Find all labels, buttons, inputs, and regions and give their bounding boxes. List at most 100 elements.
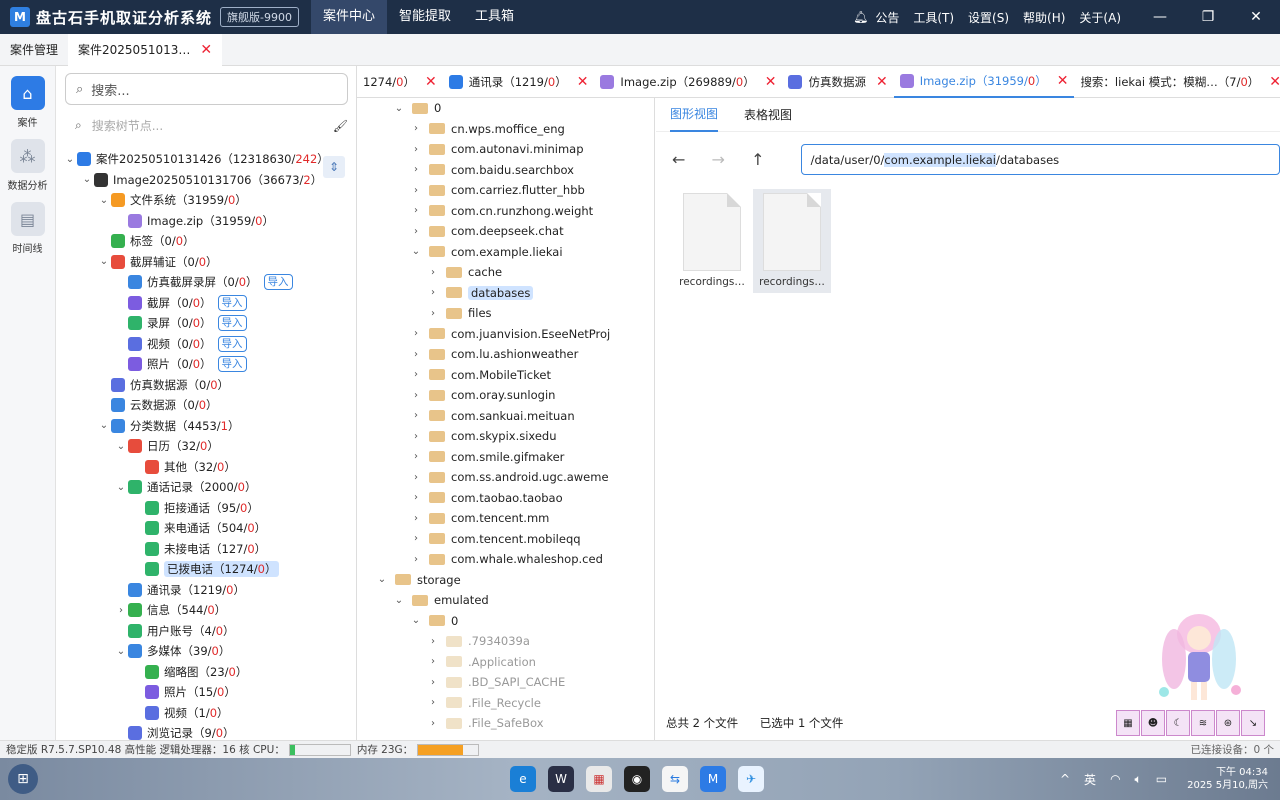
- directory-node[interactable]: › com.autonavi.minimap: [357, 139, 654, 160]
- chevron-right-icon[interactable]: ›: [409, 492, 423, 503]
- directory-node[interactable]: › cache: [357, 262, 654, 283]
- file-tab[interactable]: Image.zip（269889/0） ✕: [594, 66, 782, 98]
- directory-node[interactable]: › .BD_SAPI_CACHE: [357, 672, 654, 693]
- tree-node[interactable]: 通讯录（1219/0）: [57, 580, 356, 601]
- chevron-down-icon[interactable]: ⌄: [97, 420, 111, 431]
- chevron-down-icon[interactable]: ⌄: [409, 615, 423, 626]
- nav-case-center[interactable]: 案件中心: [310, 0, 387, 34]
- directory-node[interactable]: › databases: [357, 283, 654, 304]
- windows-start-icon[interactable]: ⊞: [8, 764, 38, 794]
- chevron-down-icon[interactable]: ⌄: [80, 174, 94, 185]
- chevron-right-icon[interactable]: ›: [409, 513, 423, 524]
- tree-node[interactable]: ⌄ 通话记录（2000/0）: [57, 477, 356, 498]
- file-item[interactable]: recordings…: [673, 189, 751, 293]
- pet-icon[interactable]: ⊛: [1216, 710, 1240, 736]
- close-icon[interactable]: ✕: [1239, 9, 1273, 25]
- menu-about[interactable]: 关于(A): [1079, 9, 1121, 26]
- directory-node[interactable]: ⌄ storage: [357, 570, 654, 591]
- menu-notice[interactable]: 公告: [875, 9, 899, 26]
- chevron-right-icon[interactable]: ›: [409, 390, 423, 401]
- obs-icon[interactable]: ◉: [624, 766, 650, 792]
- directory-node[interactable]: › com.taobao.taobao: [357, 488, 654, 509]
- directory-node[interactable]: ⌄ emulated: [357, 590, 654, 611]
- clear-brush-icon[interactable]: 🖌︎: [333, 119, 348, 133]
- forward-arrow-icon[interactable]: →: [712, 150, 752, 169]
- chevron-up-icon[interactable]: ^: [1060, 772, 1070, 786]
- directory-node[interactable]: › .Application: [357, 652, 654, 673]
- chevron-down-icon[interactable]: ⌄: [114, 646, 128, 657]
- close-tab-icon[interactable]: ✕: [1269, 74, 1280, 90]
- file-tab[interactable]: 仿真数据源 ✕: [782, 66, 893, 98]
- tree-node[interactable]: 照片（0/0） 导入: [57, 354, 356, 375]
- tab-case-management[interactable]: 案件管理: [0, 34, 68, 66]
- tree-node[interactable]: 截屏（0/0） 导入: [57, 293, 356, 314]
- input-method-icon[interactable]: 英: [1084, 771, 1096, 788]
- path-input[interactable]: /data/user/0/com.example.liekai/database…: [800, 144, 1280, 175]
- chevron-down-icon[interactable]: ⌄: [392, 595, 406, 606]
- chevron-right-icon[interactable]: ›: [409, 226, 423, 237]
- import-button[interactable]: 导入: [217, 315, 247, 332]
- directory-node[interactable]: › files: [357, 303, 654, 324]
- chevron-right-icon[interactable]: ›: [426, 636, 440, 647]
- restore-icon[interactable]: ❐: [1191, 9, 1225, 25]
- back-arrow-icon[interactable]: ←: [672, 150, 712, 169]
- nav-smart-extract[interactable]: 智能提取: [387, 0, 463, 34]
- directory-node[interactable]: › com.deepseek.chat: [357, 221, 654, 242]
- menu-settings[interactable]: 设置(S): [968, 9, 1009, 26]
- chevron-right-icon[interactable]: ›: [409, 185, 423, 196]
- close-tab-icon[interactable]: ✕: [1057, 73, 1069, 89]
- directory-node[interactable]: ⌄ 0: [357, 98, 654, 119]
- import-button[interactable]: 导入: [217, 294, 247, 311]
- file-tab[interactable]: Image.zip（31959/0） ✕: [893, 66, 1075, 98]
- chevron-right-icon[interactable]: ›: [409, 451, 423, 462]
- menu-help[interactable]: 帮助(H): [1023, 9, 1065, 26]
- import-button[interactable]: 导入: [217, 356, 247, 373]
- chevron-down-icon[interactable]: ⌄: [375, 574, 389, 585]
- pet-icon[interactable]: ☻: [1141, 710, 1165, 736]
- chevron-down-icon[interactable]: ⌄: [409, 246, 423, 257]
- tree-node[interactable]: 照片（15/0）: [57, 682, 356, 703]
- tree-node[interactable]: 云数据源（0/0）: [57, 395, 356, 416]
- edge-icon[interactable]: e: [510, 766, 536, 792]
- tree-node[interactable]: 拒接通话（95/0）: [57, 498, 356, 519]
- chevron-right-icon[interactable]: ›: [426, 697, 440, 708]
- chevron-right-icon[interactable]: ›: [426, 308, 440, 319]
- pet-icon[interactable]: ☾: [1166, 710, 1190, 736]
- tree-node[interactable]: 录屏（0/0） 导入: [57, 313, 356, 334]
- tree-node[interactable]: ⌄ 日历（32/0）: [57, 436, 356, 457]
- wps-icon[interactable]: W: [548, 766, 574, 792]
- tree-node[interactable]: 标签（0/0）: [57, 231, 356, 252]
- import-button[interactable]: 导入: [263, 274, 293, 291]
- import-button[interactable]: 导入: [217, 335, 247, 352]
- chevron-right-icon[interactable]: ›: [426, 287, 440, 298]
- close-tab-icon[interactable]: ✕: [200, 42, 212, 58]
- chevron-right-icon[interactable]: ›: [409, 533, 423, 544]
- chevron-right-icon[interactable]: ›: [409, 164, 423, 175]
- chevron-right-icon[interactable]: ›: [409, 349, 423, 360]
- search-input[interactable]: ⌕ 搜索...: [65, 73, 348, 105]
- directory-node[interactable]: › com.skypix.sixedu: [357, 426, 654, 447]
- teamviewer-icon[interactable]: ⇆: [662, 766, 688, 792]
- directory-node[interactable]: › com.tencent.mm: [357, 508, 654, 529]
- volume-icon[interactable]: 🔈︎: [1135, 772, 1142, 787]
- chevron-right-icon[interactable]: ›: [409, 472, 423, 483]
- directory-node[interactable]: › .7934039a: [357, 631, 654, 652]
- chevron-down-icon[interactable]: ⌄: [114, 482, 128, 493]
- tree-node[interactable]: 用户账号（4/0）: [57, 621, 356, 642]
- directory-node[interactable]: › cn.wps.moffice_eng: [357, 119, 654, 140]
- chevron-right-icon[interactable]: ›: [426, 267, 440, 278]
- pet-icon[interactable]: ▦: [1116, 710, 1140, 736]
- minimize-icon[interactable]: —: [1143, 9, 1177, 25]
- chevron-right-icon[interactable]: ›: [409, 554, 423, 565]
- chevron-down-icon[interactable]: ⌄: [392, 103, 406, 114]
- directory-node[interactable]: › com.MobileTicket: [357, 365, 654, 386]
- directory-node[interactable]: › com.sankuai.meituan: [357, 406, 654, 427]
- directory-node[interactable]: › com.lu.ashionweather: [357, 344, 654, 365]
- tab-table-view[interactable]: 表格视图: [744, 98, 792, 131]
- close-tab-icon[interactable]: ✕: [577, 74, 589, 90]
- close-tab-icon[interactable]: ✕: [425, 74, 437, 90]
- directory-node[interactable]: › com.baidu.searchbox: [357, 160, 654, 181]
- up-arrow-icon[interactable]: ↑: [751, 150, 791, 169]
- tree-search-input[interactable]: ⌕ 搜索树节点... 🖌︎: [75, 117, 348, 134]
- chevron-right-icon[interactable]: ›: [409, 431, 423, 442]
